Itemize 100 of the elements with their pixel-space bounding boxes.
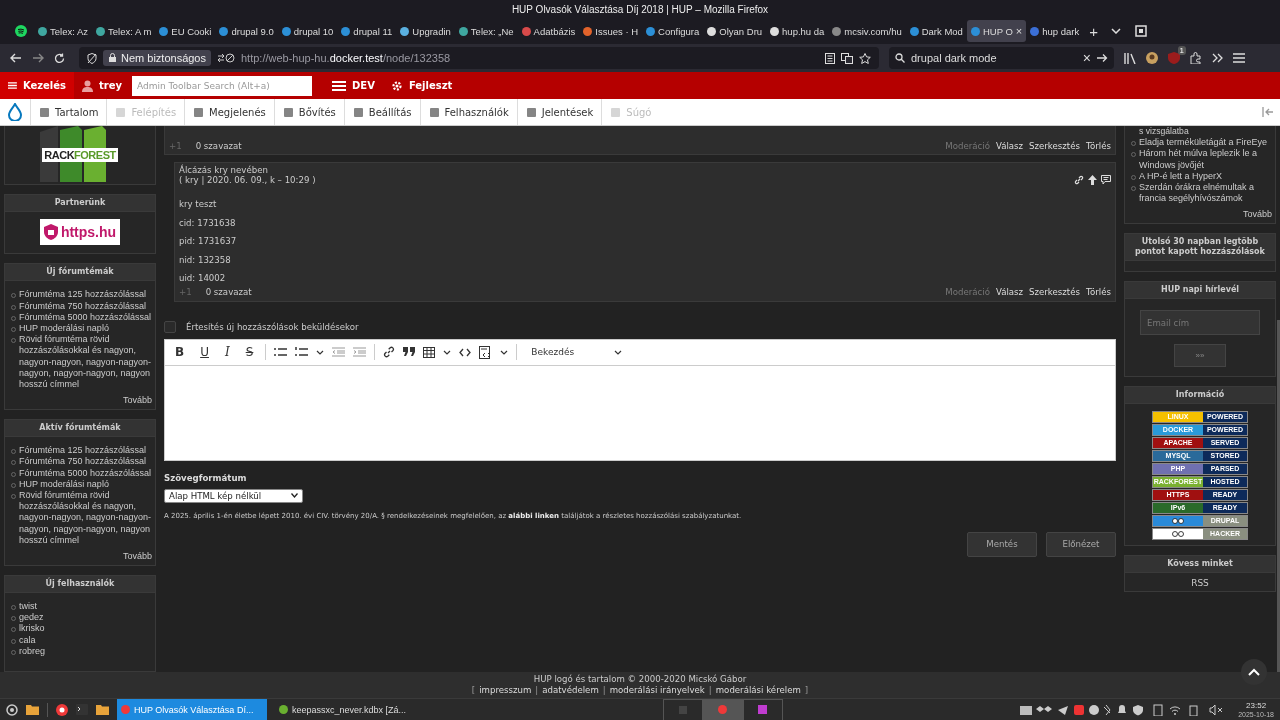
terminal-icon[interactable] <box>76 704 88 715</box>
drop-icon[interactable] <box>8 103 22 121</box>
comment-action-link[interactable]: Válasz <box>995 140 1024 151</box>
translate-icon[interactable] <box>841 52 853 64</box>
browser-tab[interactable]: Adatbázis <box>517 20 580 42</box>
admin-menu-item[interactable]: Felhasználók <box>419 99 517 125</box>
workspace-button[interactable] <box>702 698 743 720</box>
footer-link[interactable]: adatvédelem <box>542 685 599 696</box>
browser-tab[interactable]: Telex: „Ne <box>454 20 518 42</box>
topic-link[interactable]: Fórumtéma 125 hozzászólással <box>19 289 153 301</box>
caret-icon[interactable] <box>500 349 509 355</box>
topic-link[interactable]: Fórumtéma 750 hozzászólással <box>19 456 153 468</box>
quote-icon[interactable] <box>403 347 416 357</box>
topic-link[interactable]: cala <box>19 634 153 646</box>
comment-action-link[interactable]: Szerkesztés <box>1029 140 1080 151</box>
source-icon[interactable] <box>479 345 493 359</box>
news-link[interactable]: Eladja termékületágát a FireEye <box>1139 137 1273 149</box>
music-app-icon[interactable] <box>15 25 27 37</box>
browser-tab[interactable]: drupal 10 <box>277 20 338 42</box>
text-format-select[interactable]: Alap HTML kép nélkül <box>164 488 303 503</box>
more-link[interactable]: Tovább <box>122 551 152 561</box>
format-button[interactable]: U <box>196 345 213 359</box>
topic-link[interactable]: Fórumtéma 5000 hozzászólással <box>19 467 153 479</box>
browser-tab[interactable]: EU Cooki <box>155 20 216 42</box>
more-link[interactable]: Tovább <box>1242 209 1272 220</box>
browser-tab[interactable]: Olyan Dru <box>703 20 767 42</box>
manage-menu-button[interactable]: Kezelés <box>0 72 74 99</box>
code-icon[interactable] <box>459 347 472 357</box>
app-menu-icon[interactable] <box>6 703 18 716</box>
topic-link[interactable]: gedez <box>19 612 153 624</box>
browser-tab[interactable]: hup dark <box>1026 20 1084 42</box>
footer-link[interactable]: impresszum <box>479 685 532 696</box>
format-button[interactable]: S <box>241 345 258 359</box>
new-tab-button[interactable]: + <box>1083 22 1104 40</box>
topic-link[interactable]: lkrisko <box>19 623 153 635</box>
devel-menu-button[interactable]: Fejleszt <box>382 72 461 99</box>
browser-tab[interactable]: hup.hu da <box>766 20 829 42</box>
admin-menu-item[interactable]: Megjelenés <box>184 99 274 125</box>
checkbox[interactable] <box>164 320 176 333</box>
news-link[interactable]: Három hét múlva leplezik le a Windows jövőjét <box>1139 148 1273 171</box>
comment-action-link[interactable]: Törlés <box>1085 287 1111 297</box>
search-field[interactable]: drupal dark mode × <box>889 47 1114 69</box>
library-icon[interactable] <box>1124 52 1136 64</box>
topic-link[interactable]: Rövid fórumtéma rövid hozzászólásokkal és nagyon, nagyon-nagyon, nagyon-nagyon-nagyon, nagyon-nagyon, nagyon hosszú címmel <box>19 334 153 391</box>
document-icon[interactable] <box>825 52 835 64</box>
bulleted-list-icon[interactable] <box>274 347 288 357</box>
footer-link[interactable]: moderálási irányelvek <box>609 685 705 696</box>
footer-link[interactable]: moderálási kérelem <box>715 685 801 696</box>
collapse-arrow-icon[interactable] <box>1262 107 1274 117</box>
puzzle-icon[interactable] <box>1190 52 1202 64</box>
topic-link[interactable]: Rövid fórumtéma rövid hozzászólásokkal és nagyon, nagyon-nagyon, nagyon-nagyon-nagyon, nagyon-nagyon, nagyon hosszú címmel <box>19 489 153 546</box>
topic-link[interactable]: Fórumtéma 5000 hozzászólással <box>19 311 153 323</box>
chevrons-right-icon[interactable] <box>1212 53 1223 63</box>
comment-action-link[interactable]: Válasz <box>995 287 1024 297</box>
form-button[interactable]: Előnézet <box>1046 531 1116 557</box>
address-bar[interactable]: Nem biztonságos http://web-hup-hu.docker.test/node/132358 <box>79 47 879 69</box>
topic-link[interactable]: Fórumtéma 125 hozzászólással <box>19 445 153 457</box>
browser-tab[interactable]: mcsiv.com/hu <box>828 20 906 42</box>
account-icon[interactable] <box>1146 52 1158 64</box>
caret-icon[interactable] <box>316 349 325 355</box>
browser-tab[interactable]: Telex: Az <box>34 20 93 42</box>
security-indicator[interactable]: Nem biztonságos <box>103 50 211 66</box>
browser-tab[interactable]: HUP O × <box>966 20 1027 42</box>
topic-link[interactable]: HUP moderálási napló <box>19 478 153 490</box>
menu-icon[interactable] <box>1233 53 1245 63</box>
comment-action-link[interactable]: Szerkesztés <box>1029 287 1080 297</box>
admin-menu-item[interactable]: Beállítás <box>343 99 420 125</box>
admin-menu-item[interactable]: Tartalom <box>30 99 107 125</box>
rss-link[interactable]: RSS <box>1191 578 1209 589</box>
caret-icon[interactable] <box>443 349 452 355</box>
format-button[interactable]: B <box>171 345 189 359</box>
paragraph-format-dropdown[interactable]: Bekezdés <box>525 346 629 358</box>
sponsor-logo[interactable]: RACKFOREST <box>40 126 120 184</box>
topic-link[interactable]: HUP moderálási napló <box>19 322 153 335</box>
news-link[interactable]: A HP-é lett a HyperX <box>1139 170 1273 182</box>
format-button[interactable]: I <box>220 345 234 359</box>
user-menu-button[interactable]: trey <box>74 72 130 99</box>
topic-link[interactable]: Fórumtéma 750 hozzászólással <box>19 300 153 312</box>
browser-tab[interactable]: Upgradin <box>396 20 455 42</box>
comment-icon[interactable] <box>1101 175 1111 185</box>
admin-menu-item[interactable]: Jelentések <box>516 99 602 125</box>
admin-menu-item[interactable]: Bővítés <box>273 99 344 125</box>
star-icon[interactable] <box>859 52 871 64</box>
browser-tab[interactable]: Telex: A m <box>92 20 156 42</box>
folder-icon[interactable] <box>26 704 39 715</box>
browser-tab[interactable]: drupal 11 <box>337 20 397 42</box>
browser-tab[interactable]: drupal 9.0 <box>215 20 278 42</box>
table-icon[interactable] <box>423 346 436 358</box>
more-link[interactable]: Tovább <box>122 395 152 406</box>
scrollbar-thumb[interactable] <box>1277 320 1280 672</box>
environment-menu-button[interactable]: DEV <box>324 72 383 99</box>
workspace-button[interactable] <box>742 698 783 720</box>
browser-icon[interactable] <box>56 703 68 716</box>
topic-link[interactable]: robreg <box>19 645 153 657</box>
partner-logo[interactable]: https.hu <box>40 219 120 246</box>
admin-search-field[interactable]: Admin Toolbar Search (Alt+a) <box>132 75 312 96</box>
form-button[interactable]: Mentés <box>967 531 1037 557</box>
browser-tab[interactable]: Issues · H <box>579 20 643 42</box>
topic-link[interactable]: twist <box>19 601 153 613</box>
chevron-down-icon[interactable] <box>1111 28 1121 34</box>
